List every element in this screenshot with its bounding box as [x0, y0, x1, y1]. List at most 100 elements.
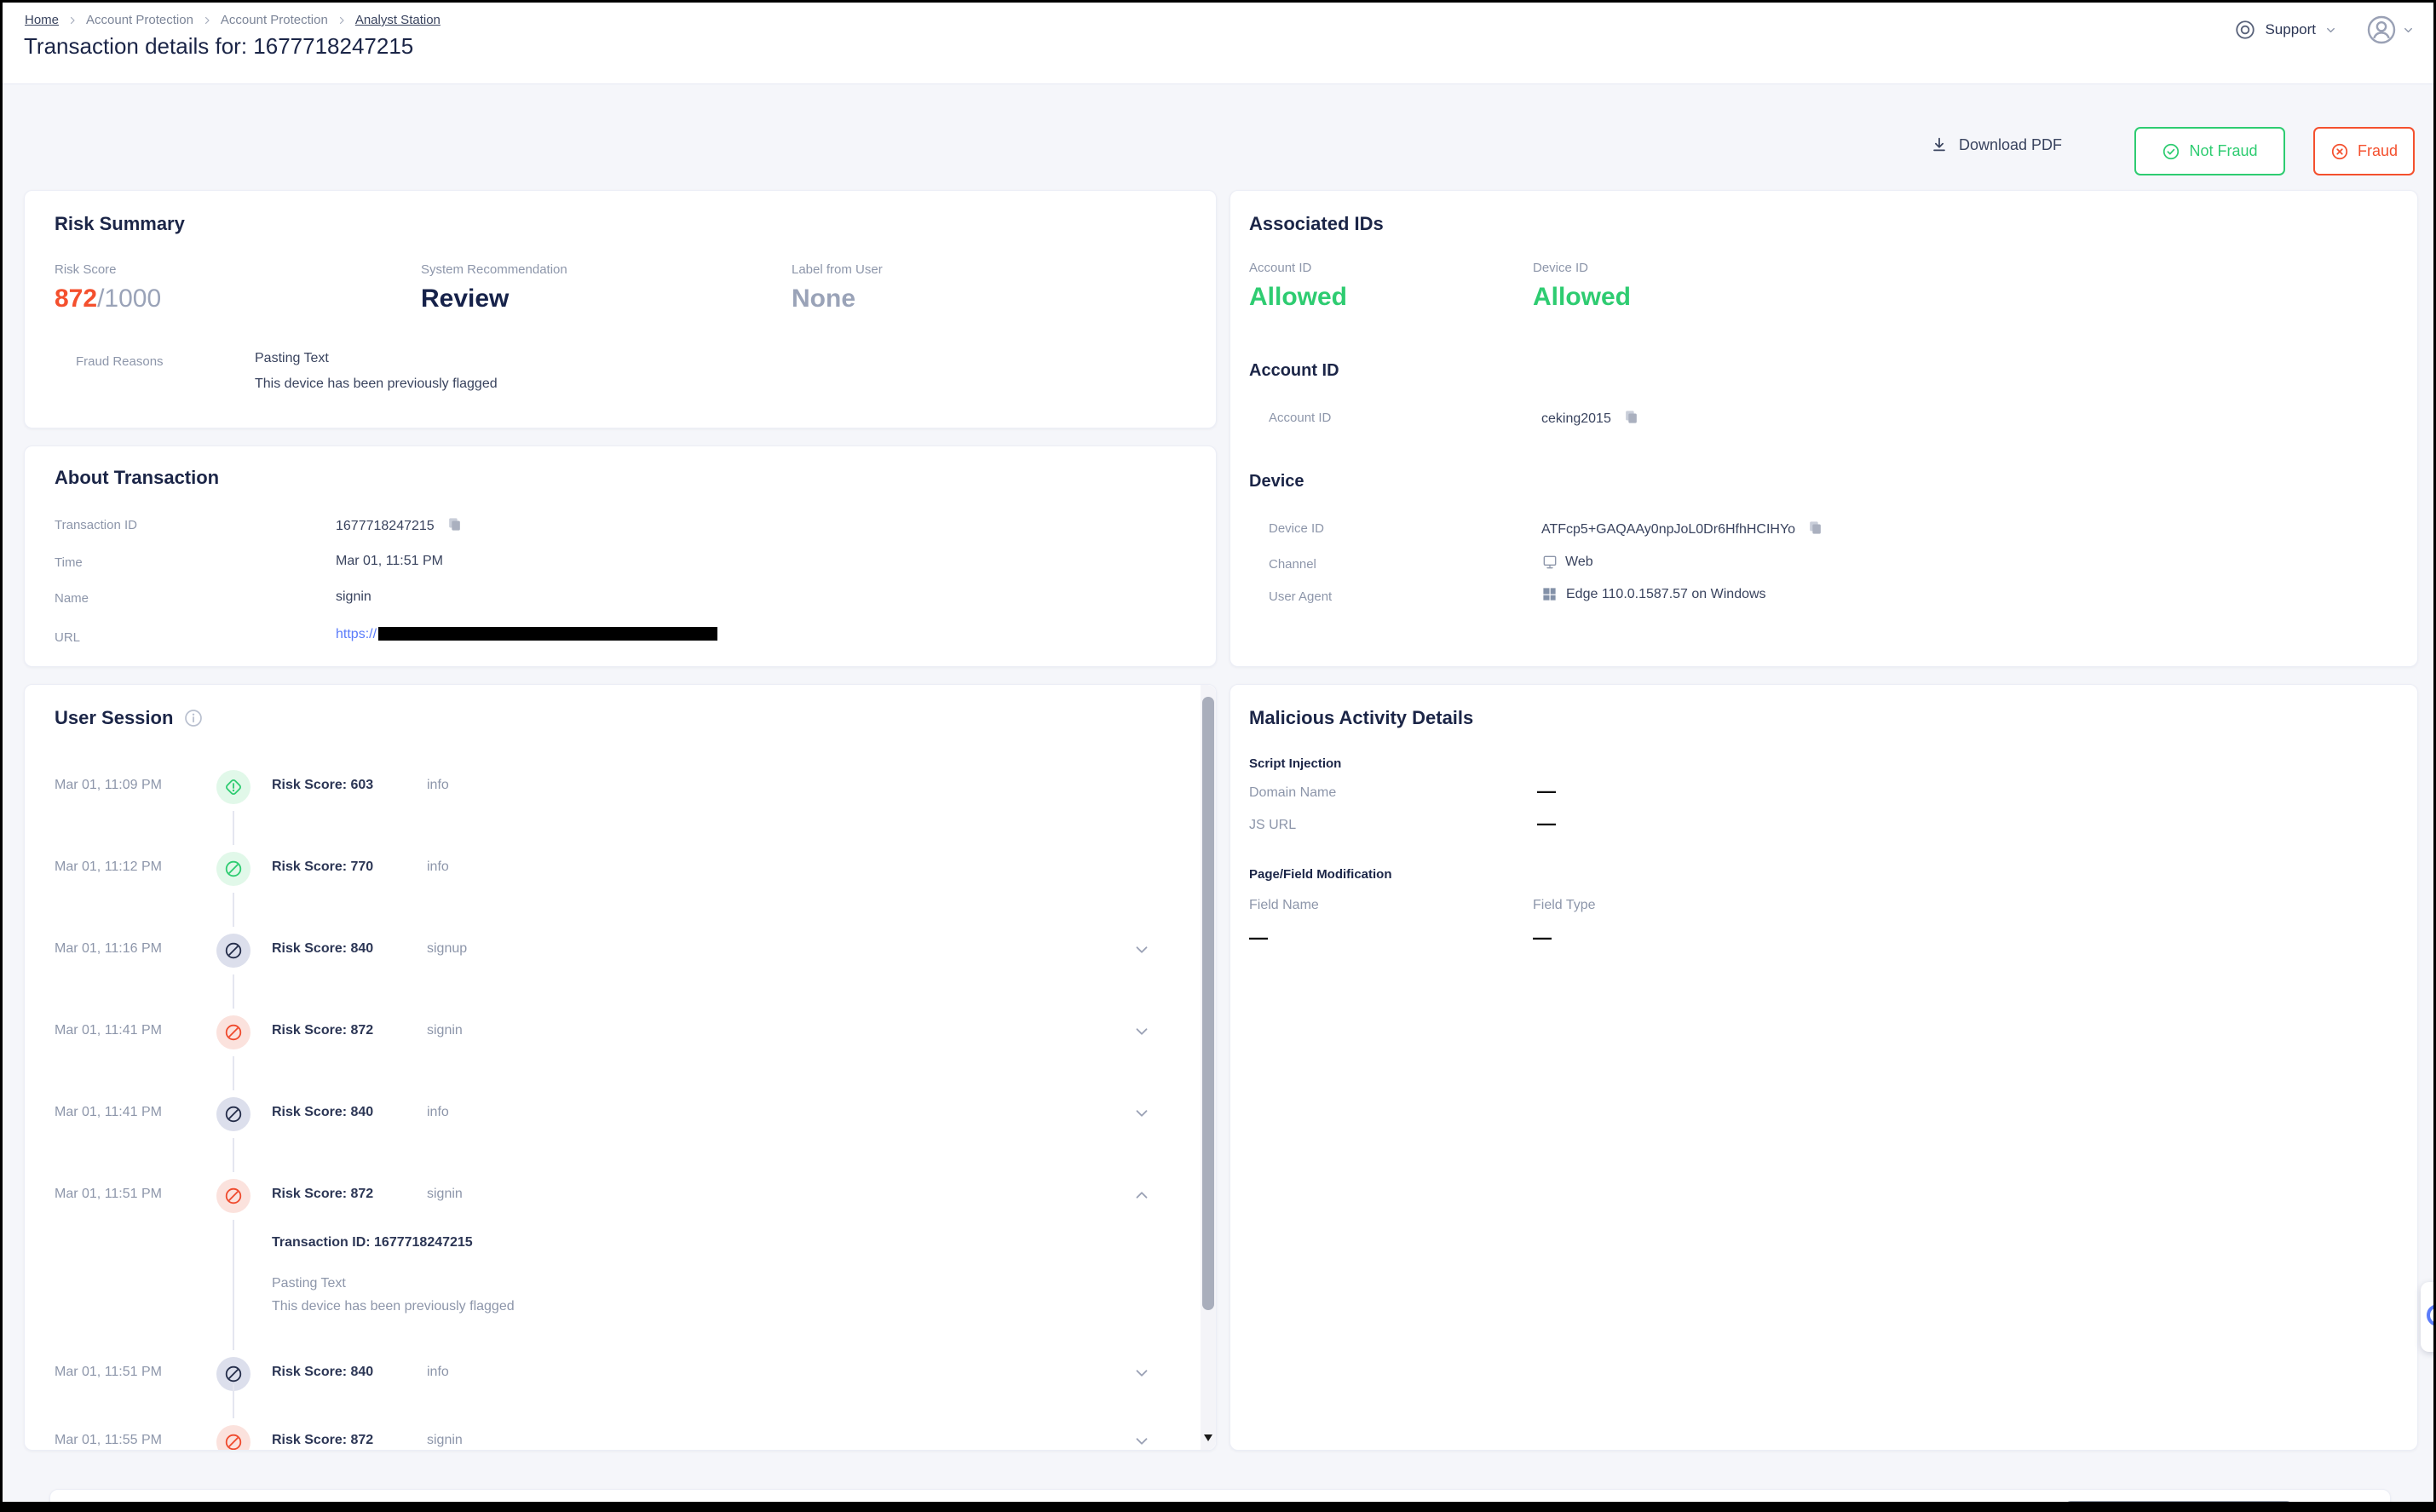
channel-label: Channel — [1269, 557, 1316, 572]
fraud-reasons-label: Fraud Reasons — [76, 354, 164, 369]
not-fraud-button[interactable]: Not Fraud — [2134, 127, 2285, 175]
chevron-up-icon[interactable] — [1132, 1186, 1151, 1209]
user-session-card: User Session Mar 01, 11:09 PMRisk Score:… — [24, 684, 1217, 1451]
domain-name-label: Domain Name — [1249, 785, 1336, 801]
chevron-down-icon[interactable] — [1132, 1364, 1151, 1387]
chevron-down-icon[interactable] — [1132, 1022, 1151, 1045]
risk-score-label: Risk Score — [55, 262, 117, 277]
name-value: signin — [336, 589, 371, 605]
check-circle-icon — [2162, 142, 2180, 161]
session-timeline: Mar 01, 11:09 PMRisk Score: 603infoMar 0… — [25, 770, 1216, 1451]
copy-icon[interactable] — [1623, 409, 1639, 429]
session-event-row[interactable]: Mar 01, 11:51 PMRisk Score: 840info — [25, 1357, 1216, 1391]
session-event-row[interactable]: Mar 01, 11:41 PM Risk Score: 872 signin — [25, 1015, 1216, 1049]
risk-score-max: /1000 — [97, 285, 161, 313]
breadcrumb-account-protection-1[interactable]: Account Protection — [86, 13, 193, 27]
event-timestamp: Mar 01, 11:16 PM — [55, 941, 162, 957]
assoc-device-id-label: Device ID — [1533, 261, 1588, 275]
chevron-right-icon — [337, 15, 347, 26]
associated-ids-card: Associated IDs Account ID Allowed Device… — [1230, 190, 2418, 667]
session-event-row: Mar 01, 11:12 PMRisk Score: 770info — [25, 852, 1216, 886]
info-icon[interactable] — [183, 708, 204, 728]
scrollbar-track[interactable] — [1201, 685, 1216, 1450]
chevron-down-icon[interactable] — [2402, 24, 2415, 37]
chevron-down-icon[interactable] — [1132, 1432, 1151, 1451]
event-timestamp: Mar 01, 11:41 PM — [55, 1023, 162, 1038]
page-field-modification-title: Page/Field Modification — [1249, 867, 1392, 882]
app-header: Home Account Protection Account Protecti… — [3, 3, 2433, 84]
event-risk-score: Risk Score: 770 — [272, 859, 373, 875]
copy-icon[interactable] — [1807, 520, 1823, 540]
fraud-reason: This device has been previously flagged — [255, 377, 498, 392]
account-id-section-title: Account ID — [1249, 361, 1339, 381]
system-recommendation-value: Review — [421, 285, 509, 313]
scrollbar-down-arrow[interactable] — [1201, 1431, 1215, 1445]
session-event-row[interactable]: Mar 01, 11:41 PMRisk Score: 840info — [25, 1097, 1216, 1131]
breadcrumb-account-protection-2[interactable]: Account Protection — [221, 13, 328, 27]
script-injection-title: Script Injection — [1249, 756, 1341, 771]
event-type: info — [427, 1365, 449, 1380]
event-risk-score: Risk Score: 603 — [272, 778, 373, 793]
screen: Home Account Protection Account Protecti… — [0, 0, 2436, 1512]
session-event-row[interactable]: Mar 01, 11:51 PM Risk Score: 872 signin — [25, 1179, 1216, 1213]
support-menu[interactable]: Support — [2265, 21, 2316, 38]
download-icon — [1930, 135, 1949, 154]
event-risk-score: Risk Score: 872 — [272, 1023, 373, 1038]
time-value: Mar 01, 11:51 PM — [336, 554, 443, 569]
device-section-title: Device — [1249, 472, 1304, 492]
event-timestamp: Mar 01, 11:41 PM — [55, 1105, 162, 1120]
session-event-row[interactable]: Mar 01, 11:16 PMRisk Score: 840signup — [25, 934, 1216, 968]
chevron-down-icon[interactable] — [2324, 24, 2337, 37]
account-id-value: ceking2015 — [1541, 411, 1611, 426]
device-id-row-label: Device ID — [1269, 521, 1324, 536]
event-timestamp: Mar 01, 11:09 PM — [55, 778, 162, 793]
transaction-id-label: Transaction ID — [55, 518, 137, 532]
field-name-value: — — [1249, 927, 1267, 949]
circle-slash-icon — [216, 934, 251, 968]
copy-icon[interactable] — [446, 516, 463, 537]
support-icon — [2234, 19, 2256, 41]
assoc-account-id-label: Account ID — [1249, 261, 1311, 275]
about-transaction-card: About Transaction Transaction ID 1677718… — [24, 446, 1217, 667]
page-title: Transaction details for: 1677718247215 — [24, 33, 413, 60]
scrollbar-thumb[interactable] — [1202, 697, 1214, 1310]
risk-summary-card: Risk Summary Risk Score 872/1000 System … — [24, 190, 1217, 428]
event-timestamp: Mar 01, 11:55 PM — [55, 1433, 162, 1448]
circle-slash-icon — [216, 1179, 251, 1213]
chevron-right-icon — [202, 15, 212, 26]
event-type: info — [427, 778, 449, 793]
chevron-down-icon[interactable] — [1132, 940, 1151, 963]
event-risk-score: Risk Score: 872 — [272, 1187, 373, 1202]
system-recommendation-label: System Recommendation — [421, 262, 567, 277]
field-type-label: Field Type — [1533, 898, 1596, 913]
user-avatar[interactable] — [2366, 14, 2397, 45]
about-transaction-title: About Transaction — [55, 467, 219, 489]
chevron-down-icon[interactable] — [1132, 1104, 1151, 1127]
label-from-user-value: None — [792, 285, 855, 313]
fraud-button[interactable]: Fraud — [2313, 127, 2415, 175]
detail-reason: Pasting Text — [272, 1276, 1216, 1291]
user-agent-value: Edge 110.0.1587.57 on Windows — [1566, 587, 1766, 602]
malicious-activity-title: Malicious Activity Details — [1249, 707, 1473, 729]
floating-action-widget[interactable] — [2421, 1282, 2436, 1352]
event-timestamp: Mar 01, 11:51 PM — [55, 1187, 162, 1202]
circle-slash-icon — [216, 1015, 251, 1049]
time-label: Time — [55, 555, 83, 570]
transaction-id-value: 1677718247215 — [336, 519, 435, 533]
x-circle-icon — [2330, 142, 2349, 161]
event-type: signin — [427, 1023, 463, 1038]
transaction-url-link[interactable]: https:// — [336, 627, 377, 641]
breadcrumb-home[interactable]: Home — [25, 13, 59, 27]
event-type: signin — [427, 1187, 463, 1202]
download-pdf-button[interactable]: Download PDF — [1930, 135, 2062, 154]
circle-slash-icon — [216, 1425, 251, 1451]
breadcrumb-analyst-station[interactable]: Analyst Station — [355, 13, 441, 27]
monitor-icon — [1541, 554, 1558, 571]
event-type: info — [427, 859, 449, 875]
detail-reason: This device has been previously flagged — [272, 1299, 1216, 1314]
windows-icon — [1541, 586, 1558, 602]
redaction-bar — [378, 627, 717, 641]
field-type-value: — — [1533, 927, 1551, 949]
js-url-value: — — [1537, 813, 1555, 835]
session-event-row[interactable]: Mar 01, 11:55 PMRisk Score: 872signin — [25, 1425, 1216, 1451]
